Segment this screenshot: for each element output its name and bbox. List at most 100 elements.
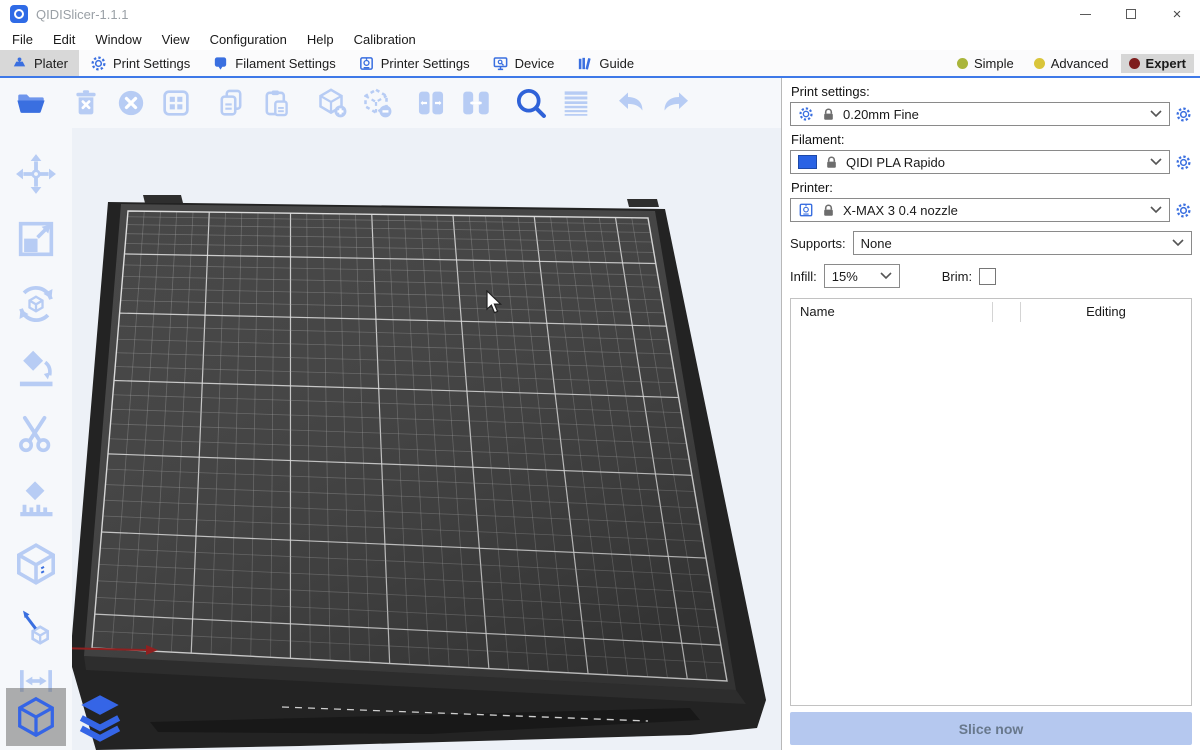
arrange-button[interactable] [157, 84, 195, 122]
supports-value: None [861, 236, 1165, 251]
print-settings-combo[interactable]: 0.20mm Fine [790, 102, 1170, 126]
tab-device[interactable]: Device [481, 50, 566, 76]
scale-tool-button[interactable] [12, 215, 60, 263]
filament-value: QIDI PLA Rapido [846, 155, 1143, 170]
minimize-button[interactable] [1062, 0, 1108, 28]
chevron-down-icon [880, 272, 892, 280]
object-list-body[interactable] [791, 324, 1191, 705]
drop-to-bed-tool-button[interactable] [12, 605, 60, 647]
infill-combo[interactable]: 15% [824, 264, 900, 288]
tab-bar: Plater Print Settings Filament Settings … [0, 50, 1200, 78]
supports-combo[interactable]: None [853, 231, 1192, 255]
paste-button[interactable] [257, 84, 295, 122]
menu-file[interactable]: File [2, 32, 43, 47]
device-icon [492, 55, 509, 72]
measure-cube-icon [12, 538, 60, 590]
printer-icon [358, 55, 375, 72]
filament-combo[interactable]: QIDI PLA Rapido [790, 150, 1170, 174]
cut-scissors-icon [13, 411, 59, 457]
maximize-button[interactable] [1108, 0, 1154, 28]
printer-value: X-MAX 3 0.4 nozzle [843, 203, 1143, 218]
place-on-face-tool-button[interactable] [12, 345, 60, 393]
rotate-icon [13, 281, 59, 327]
move-tool-button[interactable] [12, 150, 60, 198]
split-to-objects-button[interactable] [412, 84, 450, 122]
menu-window[interactable]: Window [85, 32, 151, 47]
open-button[interactable] [12, 84, 50, 122]
layer-height-icon [559, 86, 593, 120]
printer-combo[interactable]: X-MAX 3 0.4 nozzle [790, 198, 1170, 222]
supports-icon [13, 476, 59, 522]
filament-gear-button[interactable] [1175, 154, 1192, 171]
settings-panel: Print settings: 0.20mm Fine Filament: QI… [781, 78, 1200, 750]
paint-supports-tool-button[interactable] [12, 475, 60, 523]
close-icon: × [1173, 7, 1182, 22]
paste-icon [259, 86, 293, 120]
arrange-icon [159, 86, 193, 120]
menu-help[interactable]: Help [297, 32, 344, 47]
tab-plater[interactable]: Plater [0, 50, 79, 76]
chevron-down-icon [1150, 206, 1162, 214]
copy-button[interactable] [212, 84, 250, 122]
measure-tool-button[interactable] [12, 540, 60, 588]
column-name: Name [791, 304, 992, 319]
chevron-down-icon [1150, 110, 1162, 118]
editor-view-button[interactable] [6, 688, 66, 746]
search-button[interactable] [512, 84, 550, 122]
tab-printer-settings[interactable]: Printer Settings [347, 50, 481, 76]
slice-now-button[interactable]: Slice now [790, 712, 1192, 745]
preview-view-button[interactable] [70, 688, 130, 746]
print-settings-label: Print settings: [791, 84, 1192, 99]
tab-guide[interactable]: Guide [565, 50, 645, 76]
close-button[interactable]: × [1154, 0, 1200, 28]
menu-configuration[interactable]: Configuration [200, 32, 297, 47]
tab-print-settings[interactable]: Print Settings [79, 50, 201, 76]
remove-instance-icon [358, 85, 394, 121]
mode-expert[interactable]: Expert [1121, 54, 1194, 73]
app-logo-icon [10, 5, 28, 23]
title-bar: QIDISlicer-1.1.1 × [0, 0, 1200, 28]
redo-button[interactable] [657, 84, 695, 122]
filament-label: Filament: [791, 132, 1192, 147]
split-parts-icon [459, 86, 493, 120]
split-objects-icon [414, 86, 448, 120]
split-to-parts-button[interactable] [457, 84, 495, 122]
scale-icon [13, 216, 59, 262]
print-bed[interactable] [0, 78, 781, 750]
add-instance-button[interactable] [312, 84, 350, 122]
menu-calibration[interactable]: Calibration [344, 32, 426, 47]
tab-filament-settings[interactable]: Filament Settings [201, 50, 346, 76]
viewport-3d[interactable] [0, 78, 781, 750]
drop-to-bed-icon [16, 606, 56, 646]
printer-gear-button[interactable] [1175, 202, 1192, 219]
delete-all-icon [114, 86, 148, 120]
delete-all-button[interactable] [112, 84, 150, 122]
qidislicer-window: QIDISlicer-1.1.1 × File Edit Window View… [0, 0, 1200, 750]
column-divider[interactable] [992, 302, 993, 322]
undo-button[interactable] [612, 84, 650, 122]
plater-icon [11, 55, 28, 72]
mode-advanced[interactable]: Advanced [1026, 54, 1117, 73]
rotate-tool-button[interactable] [12, 280, 60, 328]
menu-bar: File Edit Window View Configuration Help… [0, 28, 1200, 50]
gear-icon [798, 106, 814, 122]
object-list: Name Editing [790, 298, 1192, 706]
delete-button[interactable] [67, 84, 105, 122]
add-instance-icon [313, 85, 349, 121]
mode-simple[interactable]: Simple [949, 54, 1022, 73]
menu-view[interactable]: View [152, 32, 200, 47]
expert-dot-icon [1129, 58, 1140, 69]
cut-tool-button[interactable] [12, 410, 60, 458]
mode-selector: Simple Advanced Expert [949, 50, 1200, 76]
brim-checkbox[interactable] [979, 268, 996, 285]
menu-edit[interactable]: Edit [43, 32, 85, 47]
delete-icon [69, 86, 103, 120]
window-title: QIDISlicer-1.1.1 [36, 7, 128, 22]
place-on-face-icon [13, 346, 59, 392]
variable-layer-height-button[interactable] [557, 84, 595, 122]
print-settings-gear-button[interactable] [1175, 106, 1192, 123]
advanced-dot-icon [1034, 58, 1045, 69]
remove-instance-button[interactable] [357, 84, 395, 122]
brim-label: Brim: [942, 269, 972, 284]
supports-label: Supports: [790, 236, 846, 251]
